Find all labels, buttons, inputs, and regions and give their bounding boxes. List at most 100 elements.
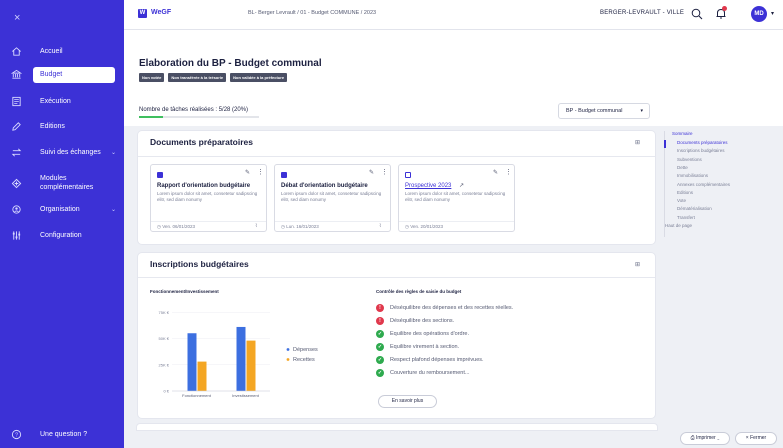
close-icon[interactable]: × bbox=[14, 12, 20, 24]
summary-item[interactable]: Vote bbox=[677, 198, 686, 203]
sidebar-item-label: Accueil bbox=[40, 47, 63, 55]
document-card[interactable]: ✎ ⋮ Prospective 2023 ↗ Lorem ipsum dolor… bbox=[398, 164, 515, 232]
next-card-edge bbox=[137, 424, 657, 430]
rule-text: Respect plafond dépenses imprévues. bbox=[390, 356, 484, 363]
documents-card: Documents préparatoires ⊞ ✎ ⋮ Rapport d'… bbox=[138, 131, 655, 244]
sidebar-item-label: Budget bbox=[40, 70, 63, 78]
print-label: Imprimer bbox=[695, 435, 716, 441]
print-button[interactable]: ⎙ Imprimer ⌄ bbox=[680, 432, 730, 445]
sidebar-item-configuration[interactable]: Configuration bbox=[0, 225, 124, 245]
chevron-down-icon: ▾ bbox=[640, 108, 643, 114]
error-icon: ! bbox=[376, 303, 384, 312]
rule-item: ! Déséquilibre des dépenses et des recett… bbox=[376, 303, 513, 312]
summary-item[interactable]: Transfert bbox=[677, 215, 695, 220]
sidebar-item-organisation[interactable]: Organisation ⌄ bbox=[0, 199, 124, 219]
document-card[interactable]: ✎ ⋮ Débat d'orientation budgétaire Lorem… bbox=[274, 164, 391, 232]
top-bar: W WeGF BL- Berger Levrault / 01 - Budget… bbox=[124, 0, 783, 30]
sidebar-item-budget[interactable]: Budget bbox=[0, 64, 124, 84]
sidebar-item-modules[interactable]: Modules complémentaires bbox=[0, 170, 124, 196]
document-link[interactable]: Prospective 2023 bbox=[405, 183, 451, 189]
chevron-down-icon[interactable]: ▾ bbox=[771, 10, 774, 17]
app-logo[interactable]: WeGF bbox=[151, 9, 171, 16]
chart-title: Fonctionnement/Investissement bbox=[150, 289, 219, 294]
sidebar-item-editions[interactable]: Editions bbox=[0, 116, 124, 136]
y-tick-label: 25K € bbox=[159, 362, 170, 367]
status-badges: Non votée Non transférée à la trésorie N… bbox=[139, 73, 288, 82]
edit-icon[interactable]: ✎ bbox=[369, 169, 374, 176]
y-tick-label: 75K € bbox=[159, 310, 170, 315]
checkbox[interactable] bbox=[281, 172, 287, 178]
more-icon[interactable]: ⋮ bbox=[257, 168, 264, 176]
document-title: Rapport d'orientation budgétaire bbox=[157, 183, 251, 189]
summary-item[interactable]: Annexes complémentaires bbox=[677, 182, 730, 187]
pin-icon[interactable]: ⊞ bbox=[635, 139, 640, 146]
y-tick-label: 0 € bbox=[163, 389, 169, 394]
document-date: ◷ Lun. 16/01/2023 bbox=[281, 224, 319, 230]
puzzle-icon bbox=[11, 178, 22, 189]
external-link-icon[interactable]: ↗ bbox=[459, 182, 464, 189]
sidebar-item-execution[interactable]: Exécution bbox=[0, 91, 124, 111]
edit-icon[interactable]: ✎ bbox=[245, 169, 250, 176]
summary-item[interactable]: Immobilisations bbox=[677, 173, 708, 178]
inscriptions-title: Inscriptions budgétaires bbox=[150, 259, 249, 269]
more-icon[interactable]: ⋮ bbox=[381, 168, 388, 176]
pencil-icon bbox=[11, 121, 22, 132]
help-link[interactable]: ? Une question ? bbox=[0, 424, 124, 444]
attachment-icon[interactable]: ⌇ bbox=[255, 223, 257, 229]
summary-item[interactable]: Documents préparatoires bbox=[677, 140, 728, 145]
document-date: ◷ Ven. 20/01/2023 bbox=[405, 224, 443, 230]
close-button[interactable]: × Fermer bbox=[735, 432, 777, 445]
budget-select[interactable]: BP - Budget communal ▾ bbox=[558, 103, 650, 119]
rule-item: ! Déséquilibre des sections. bbox=[376, 316, 454, 325]
learn-more-button[interactable]: En savoir plus bbox=[378, 395, 437, 408]
more-icon[interactable]: ⋮ bbox=[505, 168, 512, 176]
checkbox[interactable] bbox=[405, 172, 411, 178]
sidebar-item-label: Suivi des échanges bbox=[40, 148, 101, 156]
checkbox[interactable] bbox=[157, 172, 163, 178]
legend-marker bbox=[286, 348, 290, 351]
document-date-value: Ven. 20/01/2023 bbox=[410, 224, 443, 229]
summary-item[interactable]: Dette bbox=[677, 165, 688, 170]
rule-text: Equilibre des opérations d'ordre. bbox=[390, 330, 470, 337]
attachment-icon[interactable]: ⌇ bbox=[379, 223, 381, 229]
avatar[interactable]: MD bbox=[751, 6, 767, 22]
sheet-icon bbox=[11, 96, 22, 107]
bar bbox=[246, 340, 256, 391]
sidebar-item-suivi[interactable]: Suivi des échanges ⌄ bbox=[0, 142, 124, 162]
document-card[interactable]: ✎ ⋮ Rapport d'orientation budgétaire Lor… bbox=[150, 164, 267, 232]
summary-item[interactable]: Subventions bbox=[677, 157, 702, 162]
progress-fill bbox=[139, 116, 163, 118]
summary-item[interactable]: Haut de page bbox=[665, 223, 692, 228]
chevron-down-icon: ⌄ bbox=[111, 149, 117, 156]
x-tick-label: Fonctionnement bbox=[182, 393, 212, 398]
check-icon: ✓ bbox=[376, 355, 384, 364]
search-icon[interactable] bbox=[691, 8, 703, 20]
divider bbox=[138, 277, 655, 278]
rules-title: Contrôle des règles de saisie du budget bbox=[376, 289, 462, 294]
rule-item: ✓ Couverture du remboursement... bbox=[376, 368, 469, 377]
summary-item[interactable]: Dématérialisation bbox=[677, 206, 712, 211]
bank-icon bbox=[11, 69, 22, 80]
error-icon: ! bbox=[376, 316, 384, 325]
summary-item[interactable]: Inscriptions budgétaires bbox=[677, 148, 725, 153]
divider bbox=[275, 221, 390, 222]
logo-icon: W bbox=[138, 9, 147, 18]
pin-icon[interactable]: ⊞ bbox=[635, 261, 640, 268]
document-description: Lorem ipsum dolor sit amet, consetetur s… bbox=[281, 191, 382, 202]
home-icon bbox=[11, 46, 22, 57]
sidebar-item-accueil[interactable]: Accueil bbox=[0, 41, 124, 61]
summary-heading: Sommaire bbox=[672, 131, 693, 136]
summary-item[interactable]: Editions bbox=[677, 190, 693, 195]
legend-marker bbox=[286, 358, 290, 361]
rule-item: ✓ Respect plafond dépenses imprévues. bbox=[376, 355, 484, 364]
sidebar-item-label: Modules complémentaires bbox=[40, 175, 94, 191]
breadcrumb[interactable]: BL- Berger Levrault / 01 - Budget COMMUN… bbox=[248, 10, 376, 16]
rule-text: Couverture du remboursement... bbox=[390, 369, 470, 376]
budget-select-value: BP - Budget communal bbox=[566, 108, 623, 114]
bar bbox=[236, 326, 246, 391]
divider bbox=[151, 221, 266, 222]
chevron-down-icon: ⌄ bbox=[111, 206, 117, 213]
y-tick-label: 50K € bbox=[159, 336, 170, 341]
help-label: Une question ? bbox=[40, 430, 88, 438]
edit-icon[interactable]: ✎ bbox=[493, 169, 498, 176]
